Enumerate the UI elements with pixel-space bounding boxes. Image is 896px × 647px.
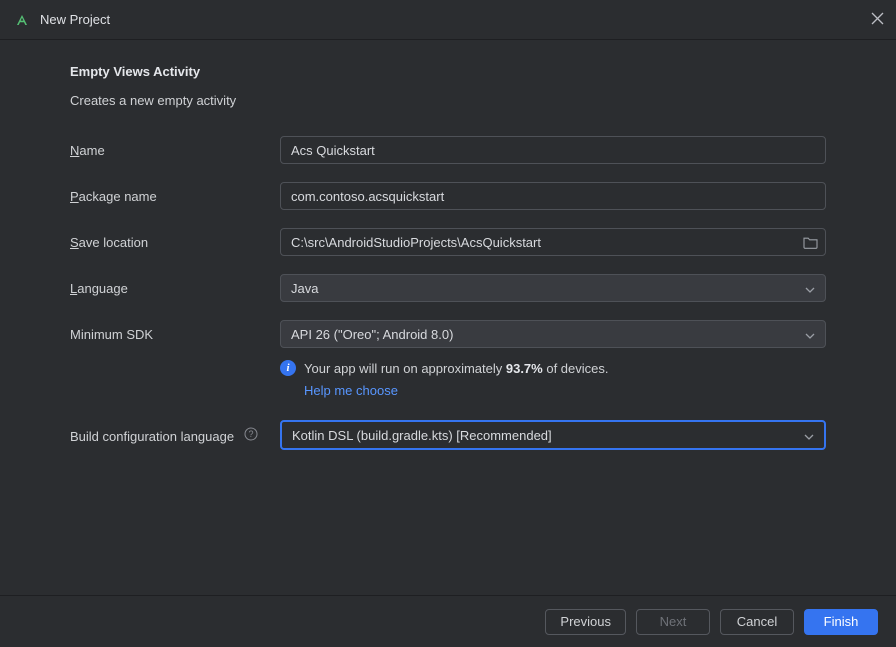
info-icon: i [280, 360, 296, 376]
finish-button[interactable]: Finish [804, 609, 878, 635]
label-min-sdk: Minimum SDK [70, 327, 280, 342]
build-config-value: Kotlin DSL (build.gradle.kts) [Recommend… [292, 428, 552, 443]
help-me-choose-link[interactable]: Help me choose [304, 382, 398, 400]
row-build-config: Build configuration language ? Kotlin DS… [70, 420, 826, 450]
content-area: Empty Views Activity Creates a new empty… [0, 40, 896, 450]
chevron-down-icon [805, 327, 815, 342]
titlebar: New Project [0, 0, 896, 40]
row-language: Language Java [70, 274, 826, 302]
build-config-select[interactable]: Kotlin DSL (build.gradle.kts) [Recommend… [280, 420, 826, 450]
label-name: Name [70, 143, 280, 158]
chevron-down-icon [805, 281, 815, 296]
package-input[interactable] [280, 182, 826, 210]
label-save-location: Save location [70, 235, 280, 250]
row-min-sdk: Minimum SDK API 26 ("Oreo"; Android 8.0) [70, 320, 826, 348]
svg-text:?: ? [248, 429, 253, 439]
previous-button[interactable]: Previous [545, 609, 626, 635]
browse-folder-icon[interactable] [803, 236, 818, 249]
page-heading: Empty Views Activity [70, 64, 826, 79]
row-package: Package name [70, 182, 826, 210]
label-package: Package name [70, 189, 280, 204]
help-icon[interactable]: ? [244, 427, 258, 441]
android-studio-icon [14, 12, 30, 28]
device-coverage-info: i Your app will run on approximately 93.… [280, 360, 826, 400]
language-select[interactable]: Java [280, 274, 826, 302]
label-language: Language [70, 281, 280, 296]
footer: Previous Next Cancel Finish [0, 595, 896, 647]
row-save-location: Save location [70, 228, 826, 256]
label-build-config: Build configuration language ? [70, 427, 280, 444]
next-button: Next [636, 609, 710, 635]
language-value: Java [291, 281, 318, 296]
min-sdk-select[interactable]: API 26 ("Oreo"; Android 8.0) [280, 320, 826, 348]
page-description: Creates a new empty activity [70, 93, 826, 108]
cancel-button[interactable]: Cancel [720, 609, 794, 635]
save-location-input[interactable] [280, 228, 826, 256]
close-icon[interactable] [871, 12, 884, 28]
chevron-down-icon [804, 428, 814, 443]
info-text: Your app will run on approximately 93.7%… [304, 360, 609, 400]
name-input[interactable] [280, 136, 826, 164]
row-name: Name [70, 136, 826, 164]
min-sdk-value: API 26 ("Oreo"; Android 8.0) [291, 327, 453, 342]
window-title: New Project [40, 12, 110, 27]
